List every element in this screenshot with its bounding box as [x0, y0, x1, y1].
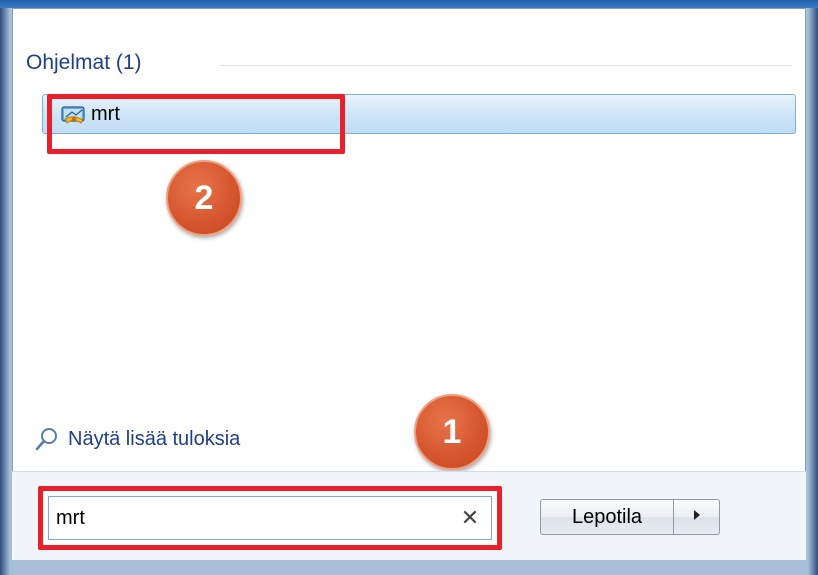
search-icon [34, 426, 60, 452]
section-divider [220, 65, 792, 66]
search-input[interactable] [48, 496, 492, 540]
annotation-highlight-search: ✕ [38, 486, 502, 550]
annotation-step-2-badge: 2 [166, 160, 242, 236]
window-top-edge [0, 0, 818, 8]
section-heading-programs: Ohjelmat (1) [26, 51, 142, 74]
power-button-group: Lepotila [540, 499, 720, 535]
power-options-button[interactable] [674, 499, 720, 535]
annotation-step-1-badge: 1 [414, 394, 490, 470]
close-icon[interactable]: ✕ [456, 503, 484, 533]
annotation-highlight-result [47, 94, 345, 154]
start-menu: Ohjelmat (1) mrt 2 Näytä lisää tuloksia … [0, 0, 818, 575]
see-more-results-link[interactable]: Näytä lisää tuloksia [34, 424, 240, 454]
arrow-right-icon [692, 508, 702, 526]
see-more-results-label: Näytä lisää tuloksia [68, 427, 241, 450]
sleep-button[interactable]: Lepotila [540, 499, 674, 535]
